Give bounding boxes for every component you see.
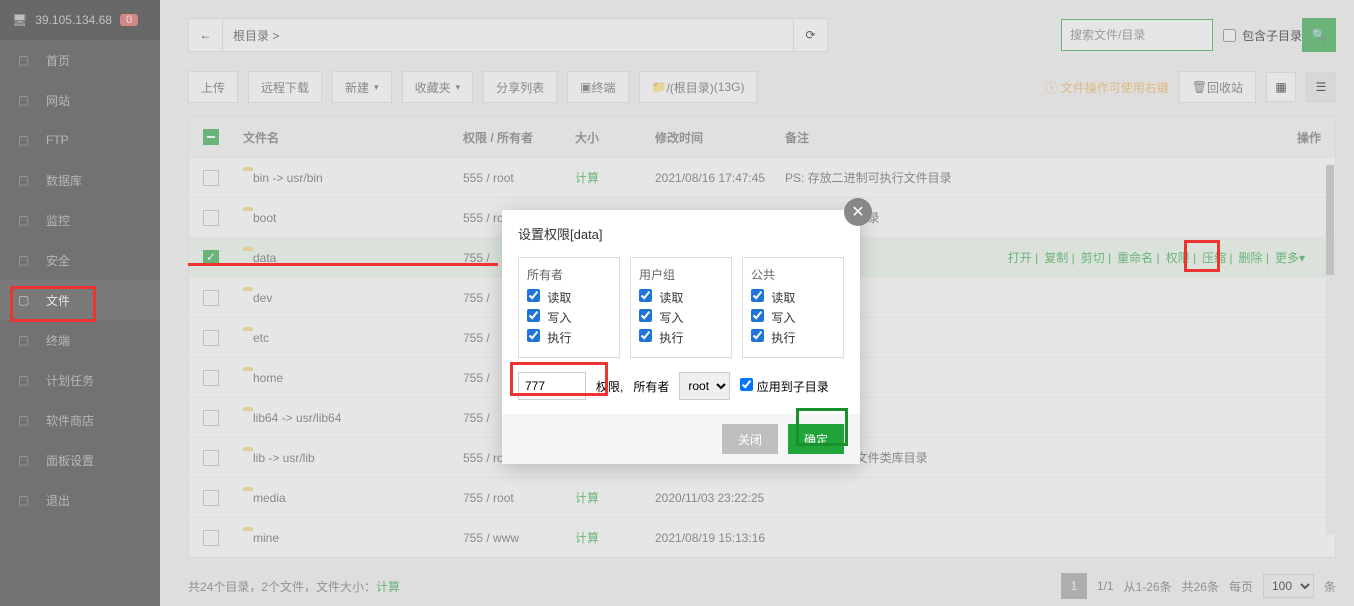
highlight <box>10 286 96 322</box>
cancel-button[interactable]: 关闭 <box>722 424 778 454</box>
read-checkbox[interactable] <box>639 289 652 302</box>
perm-group-2: 公共 读取 写入 执行 <box>742 257 844 358</box>
close-icon[interactable]: ✕ <box>844 198 872 226</box>
owner-select[interactable]: root <box>679 372 730 400</box>
highlight <box>1184 240 1220 272</box>
exec-checkbox[interactable] <box>639 329 652 342</box>
highlight <box>188 260 498 266</box>
write-checkbox[interactable] <box>639 309 652 322</box>
write-checkbox[interactable] <box>751 309 764 322</box>
apply-subdir-checkbox[interactable] <box>740 378 753 391</box>
highlight <box>510 362 608 396</box>
apply-subdir-label[interactable]: 应用到子目录 <box>740 378 828 395</box>
read-checkbox[interactable] <box>751 289 764 302</box>
perm-group-0: 所有者 读取 写入 执行 <box>518 257 620 358</box>
write-checkbox[interactable] <box>527 309 540 322</box>
read-checkbox[interactable] <box>527 289 540 302</box>
exec-checkbox[interactable] <box>527 329 540 342</box>
exec-checkbox[interactable] <box>751 329 764 342</box>
perm-group-1: 用户组 读取 写入 执行 <box>630 257 732 358</box>
modal-title: 设置权限[data] <box>502 210 860 257</box>
highlight <box>796 408 848 446</box>
